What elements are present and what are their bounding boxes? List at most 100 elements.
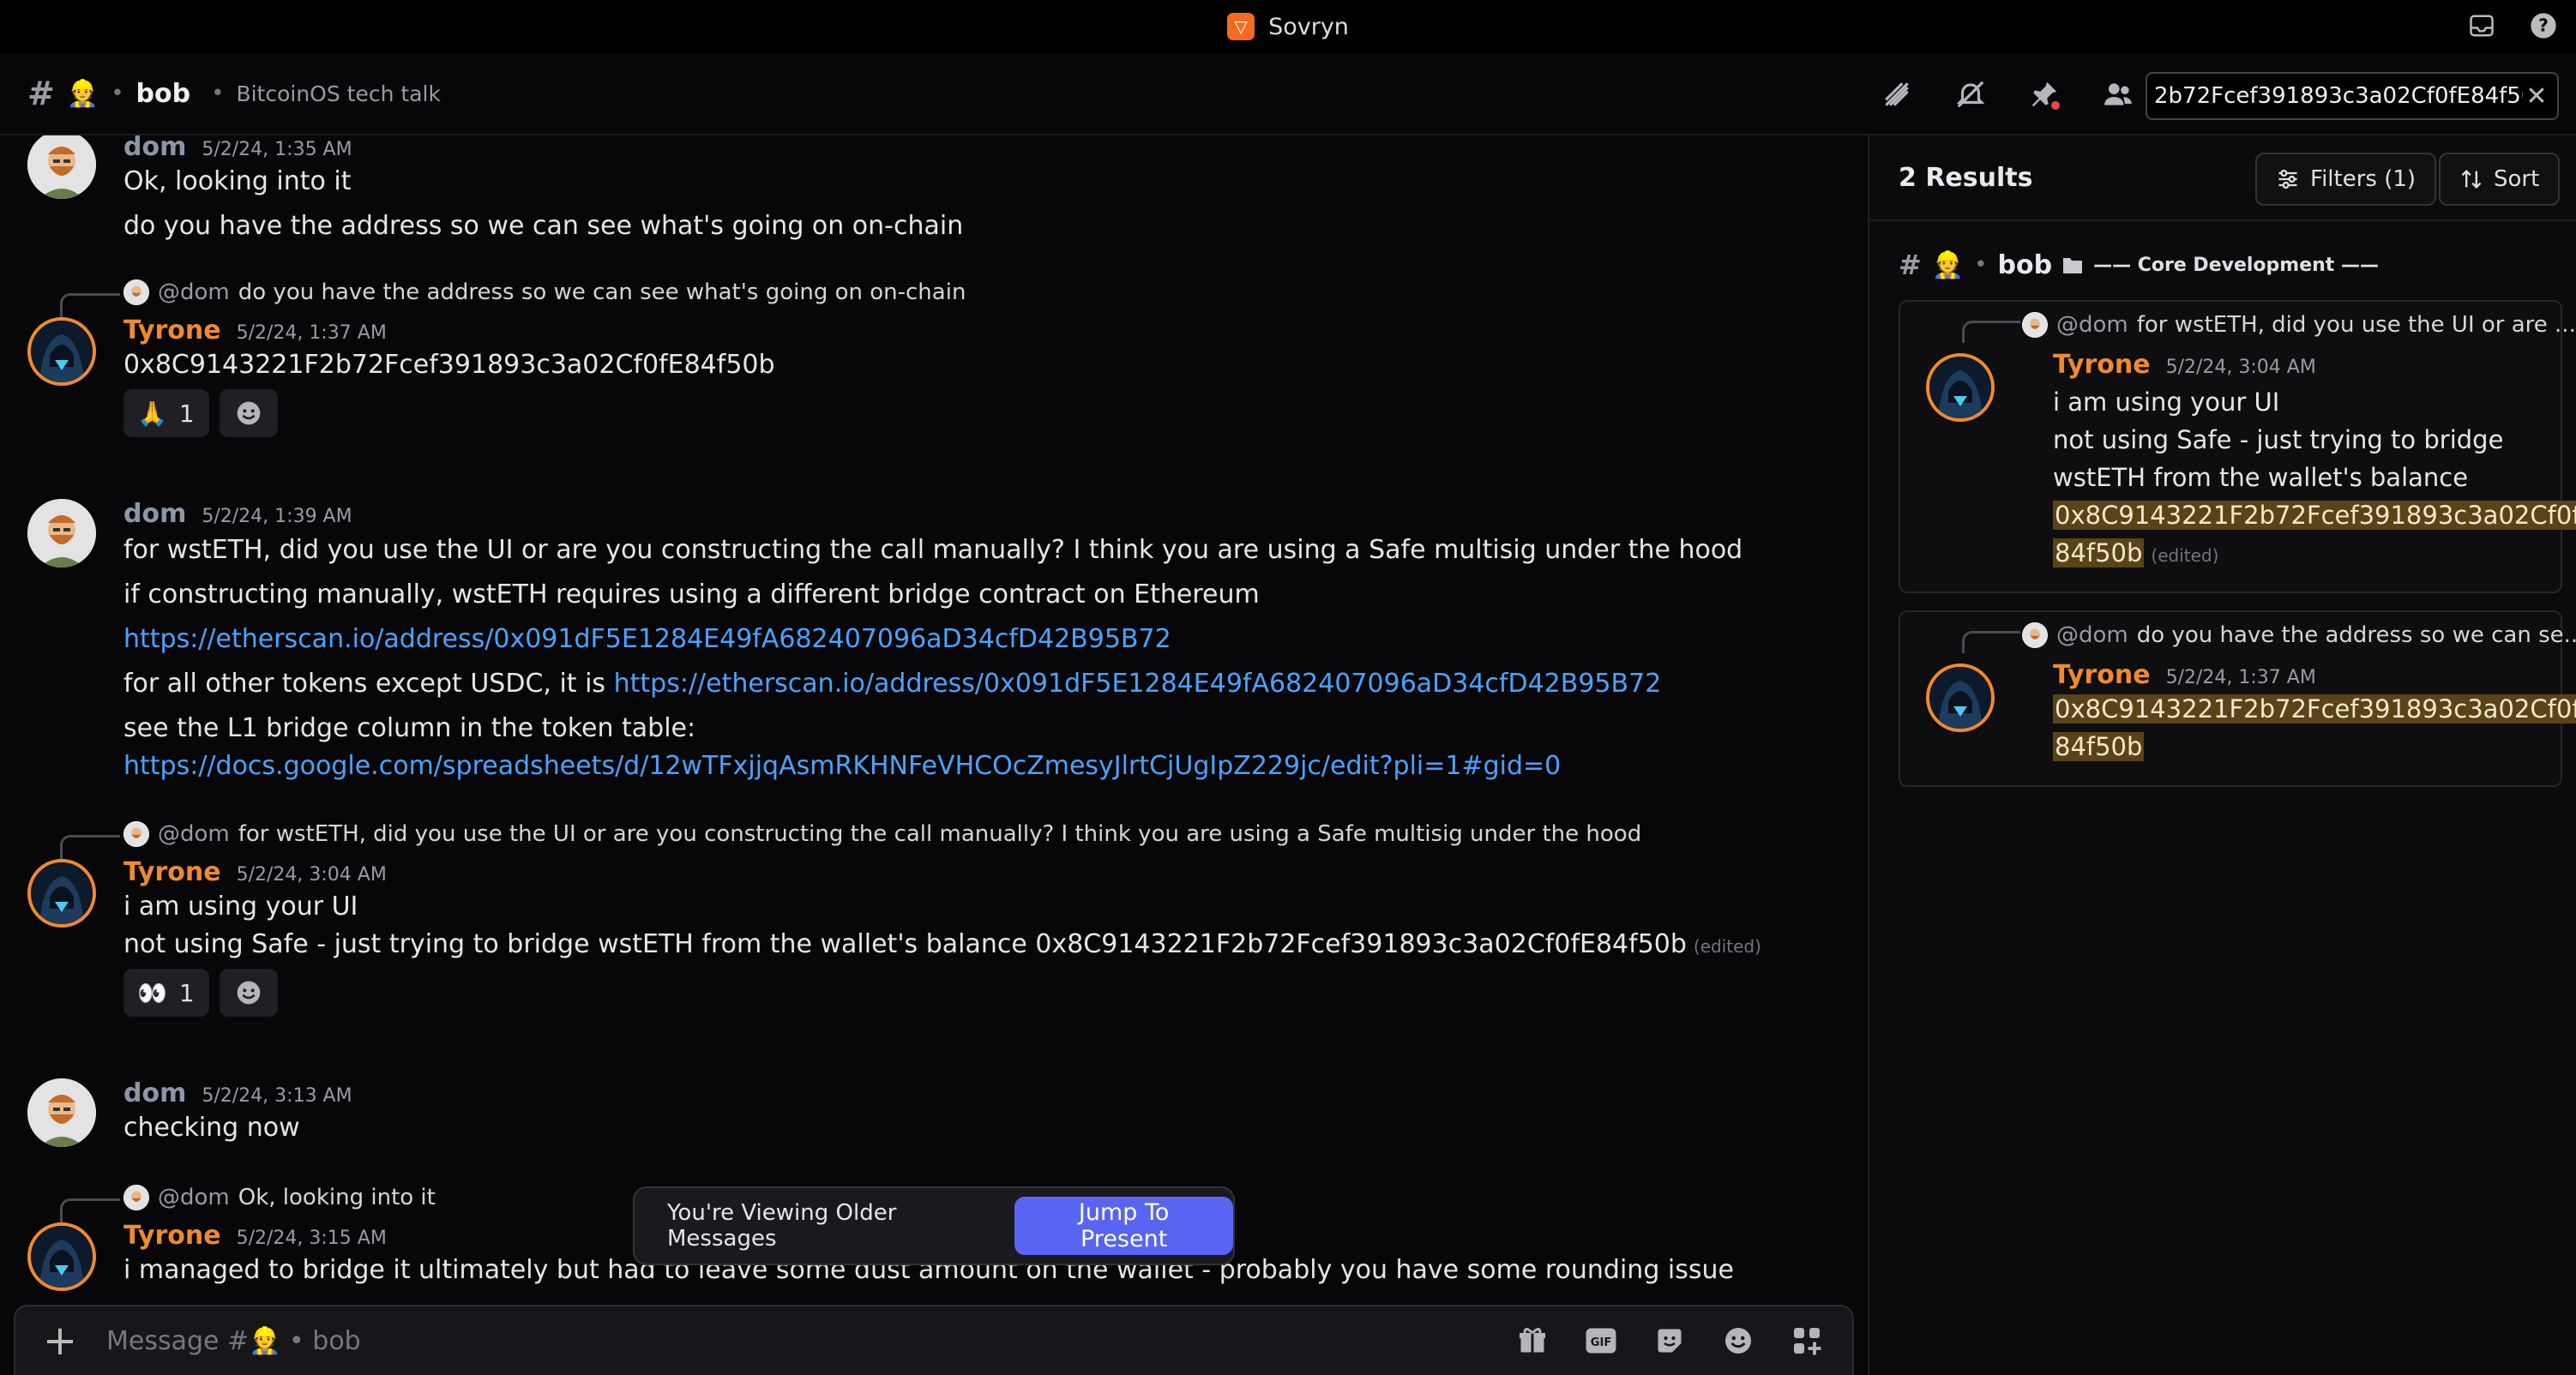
reply-text: do you have the address so we can se... bbox=[2136, 622, 2576, 648]
avatar-dom[interactable] bbox=[27, 1078, 96, 1147]
reaction-count: 1 bbox=[178, 399, 195, 428]
message-text: if constructing manually, wstETH require… bbox=[123, 579, 1260, 609]
folder-icon bbox=[2062, 255, 2083, 274]
add-attachment-icon[interactable]: + bbox=[26, 1306, 94, 1375]
message-text: for all other tokens except USDC, it is … bbox=[123, 669, 1662, 699]
smile-icon bbox=[237, 981, 261, 1005]
threads-icon[interactable] bbox=[1876, 74, 1917, 115]
message-text: not using Safe - just trying to bridge bbox=[2053, 425, 2504, 454]
message-text: for wstETH, did you use the UI or are yo… bbox=[123, 535, 1743, 565]
gift-icon[interactable] bbox=[1511, 1319, 1554, 1362]
filters-button[interactable]: Filters (1) bbox=[2255, 153, 2437, 206]
avatar-tyrone[interactable] bbox=[1926, 663, 1995, 732]
reaction-pray[interactable]: 🙏 1 bbox=[123, 389, 209, 437]
message-text: see the L1 bridge column in the token ta… bbox=[123, 713, 696, 743]
message-input[interactable] bbox=[94, 1325, 1511, 1356]
author-name[interactable]: dom bbox=[123, 499, 186, 529]
edited-label: (edited) bbox=[1693, 936, 1761, 957]
highlighted-match: 84f50b (edited) bbox=[2053, 538, 2219, 567]
mute-bell-icon[interactable] bbox=[1950, 74, 1991, 115]
avatar-dom-mini bbox=[123, 1185, 149, 1210]
reply-preview[interactable]: @dom Ok, looking into it bbox=[123, 1185, 436, 1210]
toast-text: You're Viewing Older Messages bbox=[667, 1200, 897, 1252]
reply-mention: @dom bbox=[158, 821, 230, 847]
etherscan-link[interactable]: https://etherscan.io/address/0x091dF5E12… bbox=[614, 669, 1662, 699]
author-name[interactable]: Tyrone bbox=[2053, 350, 2151, 380]
author-name[interactable]: Tyrone bbox=[2053, 660, 2151, 690]
window-title: Sovryn bbox=[1268, 13, 1349, 40]
timestamp: 5/2/24, 1:37 AM bbox=[236, 322, 387, 344]
reaction-count: 1 bbox=[178, 978, 195, 1007]
message-text: Ok, looking into it bbox=[123, 166, 352, 196]
help-icon[interactable]: ? bbox=[2528, 10, 2559, 41]
reply-preview: @dom do you have the address so we can s… bbox=[2022, 622, 2576, 648]
timestamp: 5/2/24, 3:13 AM bbox=[202, 1085, 352, 1107]
apps-icon[interactable] bbox=[1785, 1319, 1828, 1362]
message-text: do you have the address so we can see wh… bbox=[123, 211, 964, 241]
avatar-dom-mini bbox=[123, 821, 149, 847]
svg-text:GIF: GIF bbox=[1591, 1336, 1612, 1349]
gif-icon[interactable]: GIF bbox=[1580, 1319, 1622, 1362]
member-list-icon[interactable] bbox=[2098, 74, 2139, 115]
reaction-eyes[interactable]: 👀 1 bbox=[123, 969, 209, 1017]
search-input[interactable] bbox=[2154, 83, 2523, 109]
spreadsheet-link[interactable]: https://docs.google.com/spreadsheets/d/1… bbox=[123, 751, 1561, 781]
timestamp: 5/2/24, 1:35 AM bbox=[202, 139, 352, 160]
search-result-card[interactable]: @dom for wstETH, did you use the UI or a… bbox=[1899, 300, 2576, 593]
avatar-tyrone[interactable] bbox=[27, 317, 96, 386]
search-results-panel: 2 Results Filters (1) Sort # 👷 • bob —— … bbox=[1868, 135, 2576, 1375]
timestamp: 5/2/24, 1:37 AM bbox=[2165, 667, 2316, 688]
add-reaction-button[interactable] bbox=[220, 969, 278, 1017]
author-name[interactable]: dom bbox=[123, 135, 186, 162]
avatar-dom[interactable] bbox=[27, 499, 96, 567]
channel-emoji: 👷 bbox=[1931, 249, 1965, 280]
author-name[interactable]: Tyrone bbox=[123, 1221, 221, 1251]
message-text: 0x8C9143221F2b72Fcef391893c3a02Cf0fE84f5… bbox=[123, 350, 775, 380]
author-name[interactable]: Tyrone bbox=[123, 315, 221, 345]
timestamp: 5/2/24, 3:15 AM bbox=[236, 1228, 387, 1249]
reply-text: for wstETH, did you use the UI or are yo… bbox=[238, 821, 1642, 847]
highlighted-match: 84f50b bbox=[2053, 732, 2145, 761]
inbox-icon[interactable] bbox=[2466, 10, 2497, 41]
highlighted-match: 0x8C9143221F2b72Fcef391893c3a02Cf0fE bbox=[2053, 501, 2576, 530]
avatar-tyrone[interactable] bbox=[27, 859, 96, 928]
reply-text: Ok, looking into it bbox=[238, 1185, 436, 1210]
reply-mention: @dom bbox=[158, 1185, 230, 1210]
thread-channel-icon: # bbox=[27, 75, 55, 112]
channel-topic[interactable]: BitcoinOS tech talk bbox=[236, 81, 441, 106]
etherscan-link[interactable]: https://etherscan.io/address/0x091dF5E12… bbox=[123, 624, 1171, 654]
reply-text: for wstETH, did you use the UI or are ..… bbox=[2136, 312, 2576, 338]
reply-preview[interactable]: @dom do you have the address so we can s… bbox=[123, 279, 966, 305]
results-count: 2 Results bbox=[1899, 163, 2033, 193]
thread-channel-icon: # bbox=[1899, 249, 1922, 281]
emoji-icon[interactable] bbox=[1717, 1319, 1760, 1362]
reply-preview[interactable]: @dom for wstETH, did you use the UI or a… bbox=[123, 821, 1641, 847]
jump-to-present-button[interactable]: Jump To Present bbox=[1014, 1197, 1233, 1255]
result-category: —— Core Development —— bbox=[2093, 254, 2379, 276]
pin-icon[interactable] bbox=[2024, 74, 2065, 115]
avatar-dom[interactable] bbox=[27, 135, 96, 199]
message-text: checking now bbox=[123, 1113, 300, 1143]
search-box[interactable]: ✕ bbox=[2146, 72, 2559, 120]
app-window: ▽ Sovryn ? # 👷 • bob • BitcoinOS tech ta… bbox=[0, 0, 2576, 1375]
avatar-dom-mini bbox=[2022, 312, 2048, 338]
results-header: 2 Results Filters (1) Sort bbox=[1869, 135, 2576, 221]
author-name[interactable]: dom bbox=[123, 1078, 186, 1108]
avatar-dom-mini bbox=[2022, 622, 2048, 648]
avatar-dom-mini bbox=[123, 279, 149, 305]
author-name[interactable]: Tyrone bbox=[123, 857, 221, 887]
sort-button[interactable]: Sort bbox=[2439, 153, 2561, 206]
avatar-tyrone[interactable] bbox=[1926, 353, 1995, 422]
message-text: i am using your UI bbox=[123, 892, 358, 922]
sticker-icon[interactable] bbox=[1648, 1319, 1691, 1362]
search-result-card[interactable]: @dom do you have the address so we can s… bbox=[1899, 610, 2576, 787]
add-reaction-button[interactable] bbox=[220, 389, 278, 437]
avatar-tyrone[interactable] bbox=[27, 1222, 96, 1291]
older-messages-toast: You're Viewing Older Messages Jump To Pr… bbox=[633, 1186, 1235, 1265]
pin-notification-dot bbox=[2049, 99, 2061, 111]
message-text: i am using your UI bbox=[2053, 387, 2280, 417]
result-channel-row[interactable]: # 👷 • bob —— Core Development —— bbox=[1899, 249, 2379, 281]
reply-text: do you have the address so we can see wh… bbox=[238, 279, 966, 305]
clear-search-icon[interactable]: ✕ bbox=[2523, 81, 2550, 111]
reply-mention: @dom bbox=[2056, 622, 2128, 648]
